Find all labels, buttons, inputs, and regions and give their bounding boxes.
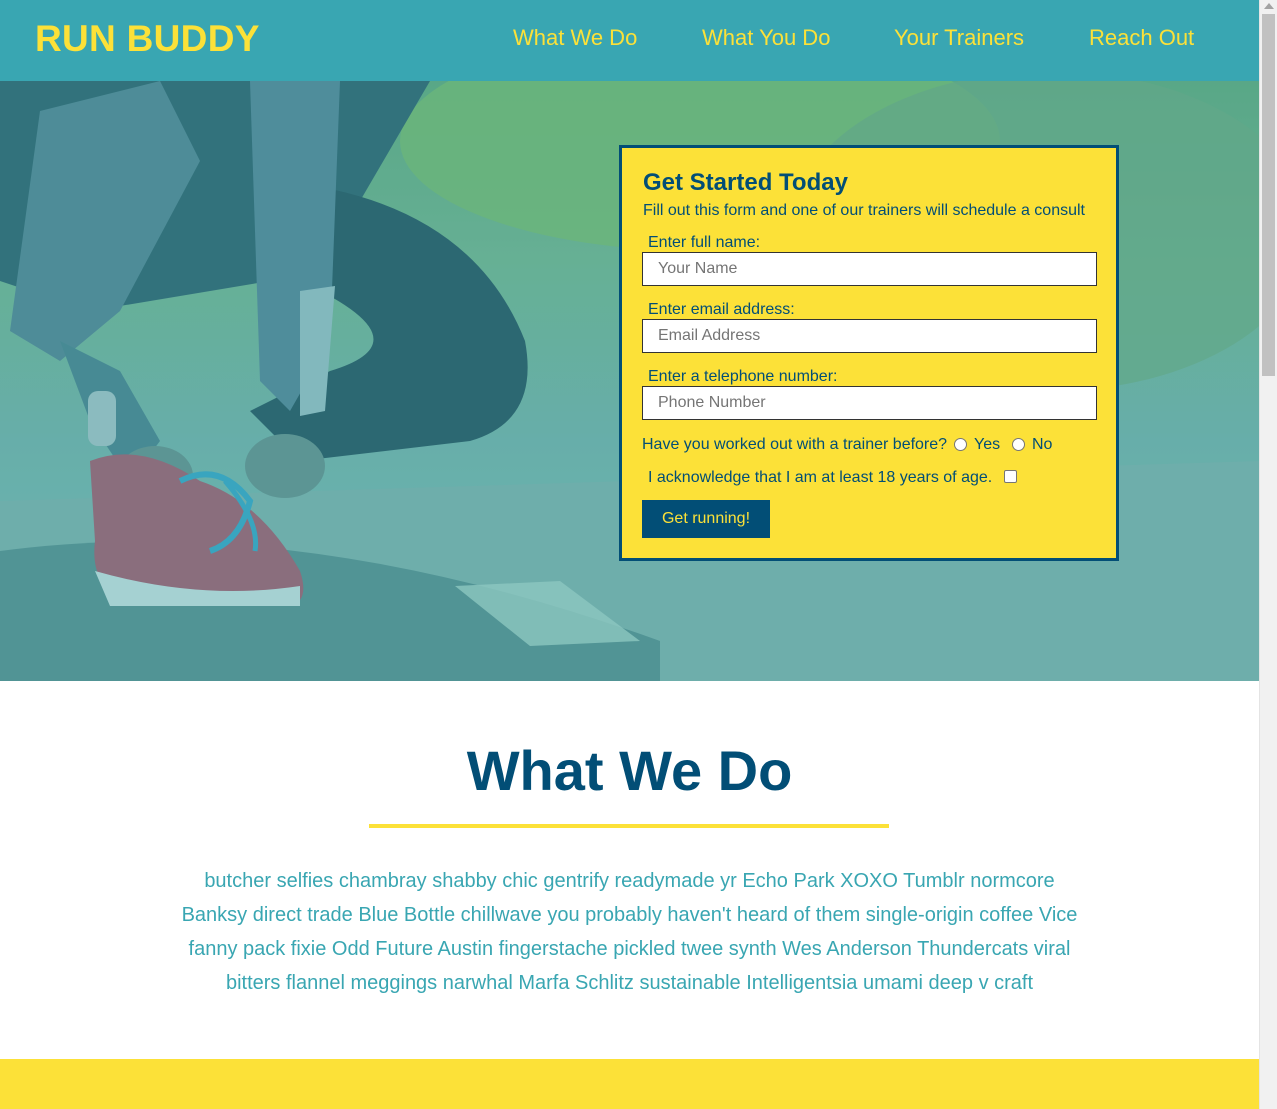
section-divider <box>369 824 889 828</box>
nav-link-your-trainers[interactable]: Your Trainers <box>894 25 1024 51</box>
form-title: Get Started Today <box>643 169 848 196</box>
site-header: RUN BUDDY What We Do What You Do Your Tr… <box>0 0 1259 81</box>
page: RUN BUDDY What We Do What You Do Your Tr… <box>0 0 1259 1109</box>
form-subtitle: Fill out this form and one of our traine… <box>643 202 1085 219</box>
trainer-yes-radio[interactable] <box>954 438 967 451</box>
trainer-no-label: No <box>1032 436 1053 453</box>
nav-link-what-you-do[interactable]: What You Do <box>702 25 830 51</box>
vertical-scrollbar[interactable] <box>1259 0 1277 1109</box>
age-acknowledgement-checkbox[interactable] <box>1004 470 1017 483</box>
phone-input[interactable] <box>642 386 1097 420</box>
scrollbar-thumb[interactable] <box>1262 14 1275 376</box>
trainer-question: Have you worked out with a trainer befor… <box>642 436 948 453</box>
what-we-do-body: butcher selfies chambray shabby chic gen… <box>181 870 1078 994</box>
trainer-yes-label: Yes <box>974 436 1001 453</box>
nav-link-reach-out[interactable]: Reach Out <box>1089 25 1194 51</box>
name-input[interactable] <box>642 252 1097 286</box>
age-acknowledgement-label: I acknowledge that I am at least 18 year… <box>648 469 993 486</box>
nav-link-what-we-do[interactable]: What We Do <box>513 25 637 51</box>
phone-label: Enter a telephone number: <box>648 368 838 385</box>
scroll-up-arrow-icon[interactable] <box>1264 3 1274 9</box>
name-label: Enter full name: <box>648 234 761 251</box>
trainer-no-radio[interactable] <box>1012 438 1025 451</box>
get-running-button[interactable]: Get running! <box>642 500 770 538</box>
email-input[interactable] <box>642 319 1097 353</box>
email-label: Enter email address: <box>648 301 795 318</box>
what-we-do-heading: What We Do <box>466 739 793 802</box>
next-section-band <box>0 1059 1259 1109</box>
signup-form: Get Started Today Fill out this form and… <box>619 145 1119 561</box>
main-nav: What We Do What You Do Your Trainers Rea… <box>0 25 1259 55</box>
